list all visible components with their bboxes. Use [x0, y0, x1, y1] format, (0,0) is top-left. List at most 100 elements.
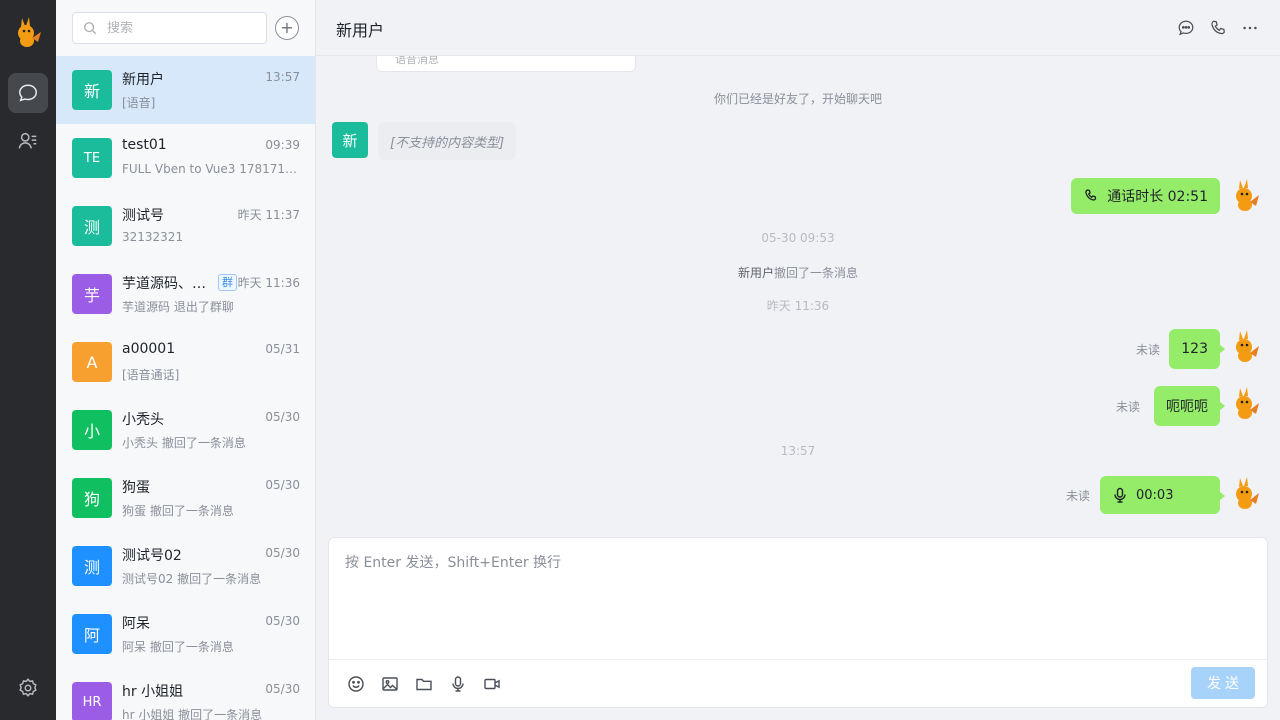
conversation-preview: 小秃头 撤回了一条消息 [122, 436, 246, 450]
card-text: 语音消息 [395, 56, 439, 66]
microphone-icon [1114, 487, 1126, 503]
image-icon [382, 677, 398, 691]
conversation-preview: [语音通话] [122, 368, 180, 382]
avatar: HR [72, 682, 112, 720]
conversation-item[interactable]: TE test01 09:39 FULL Vben to Vue3 178171… [56, 124, 315, 192]
conversation-item[interactable]: 狗 狗蛋 05/30 狗蛋 撤回了一条消息 [56, 464, 315, 532]
conversation-name: 芋道源码、测试号 [122, 276, 212, 292]
settings-button[interactable] [8, 668, 48, 708]
contacts-nav-button[interactable] [8, 121, 48, 161]
conversation-time: 05/30 [265, 410, 300, 424]
search-icon [84, 22, 97, 35]
conversation-time: 05/30 [265, 682, 300, 696]
avatar: A [72, 342, 112, 382]
unread-label: 未读 [1065, 489, 1090, 503]
conversation-preview: 狗蛋 撤回了一条消息 [122, 504, 234, 518]
image-button[interactable] [380, 674, 400, 694]
my-avatar[interactable] [1232, 476, 1260, 510]
conversation-preview: FULL Vben to Vue3 1781714347 [122, 162, 300, 176]
conversation-item[interactable]: 阿 阿呆 05/30 阿呆 撤回了一条消息 [56, 600, 315, 668]
conversation-time: 05/30 [265, 478, 300, 492]
conversation-time: 05/30 [265, 546, 300, 560]
conversation-time: 05/30 [265, 614, 300, 628]
avatar[interactable]: 新 [332, 122, 368, 158]
conversation-name: 测试号 [122, 208, 164, 224]
voice-message-bubble[interactable]: 00:03 [1100, 476, 1225, 514]
avatar: 测 [72, 206, 112, 246]
message-bubble: [不支持的内容类型] [378, 122, 517, 160]
chat-nav-button[interactable] [8, 73, 48, 113]
message-input[interactable] [345, 552, 1245, 652]
conversation-item[interactable]: 芋 芋道源码、测试号 群 昨天 11:36 芋道源码 退出了群聊 [56, 260, 315, 328]
avatar: 芋 [72, 274, 112, 314]
gear-icon [19, 678, 37, 697]
unread-label: 未读 [1115, 400, 1140, 414]
conversation-name: test01 [122, 137, 167, 153]
video-button[interactable] [482, 674, 502, 694]
chat-bubble-icon [19, 84, 37, 102]
microphone-icon [452, 676, 464, 692]
emoji-icon [348, 676, 364, 692]
conversation-name: 新用户 [122, 72, 164, 88]
timestamp: 昨天 11:36 [766, 299, 830, 313]
conversation-preview: hr 小姐姐 撤回了一条消息 [122, 708, 263, 720]
system-message: 你们已经是好友了，开始聊天吧 [713, 92, 882, 106]
chat-history-button[interactable] [1176, 18, 1196, 38]
conversation-name: 阿呆 [122, 616, 150, 632]
avatar: 新 [72, 70, 112, 110]
message-text: 呃呃呃 [1166, 399, 1208, 415]
more-icon [1243, 26, 1257, 30]
conversation-preview: [语音] [122, 96, 156, 110]
more-options-button[interactable] [1240, 18, 1260, 38]
add-conversation-button[interactable]: + [275, 16, 299, 40]
conversation-item[interactable]: A a00001 05/31 [语音通话] [56, 328, 315, 396]
message-bubble[interactable]: 123 [1169, 329, 1225, 369]
voice-duration: 00:03 [1136, 487, 1174, 503]
message-bubble[interactable]: 呃呃呃 [1154, 386, 1225, 426]
my-avatar[interactable] [1232, 386, 1260, 420]
my-avatar[interactable] [1232, 178, 1260, 212]
search-box[interactable] [72, 12, 267, 44]
video-icon [484, 678, 500, 690]
conversation-preview: 32132321 [122, 230, 184, 244]
call-record-bubble[interactable]: 通话时长 02:51 [1071, 178, 1220, 214]
recall-text: 撤回了一条消息 [774, 266, 859, 280]
avatar: 阿 [72, 614, 112, 654]
chat-header: 新用户 [316, 0, 1280, 56]
call-duration-text: 通话时长 02:51 [1107, 189, 1208, 205]
conversation-item[interactable]: HR hr 小姐姐 05/30 hr 小姐姐 撤回了一条消息 [56, 668, 315, 720]
voice-button[interactable] [448, 674, 468, 694]
conversation-name: hr 小姐姐 [122, 684, 184, 700]
conversation-list: 新 新用户 13:57 [语音] TE test01 09:39 FULL Vb… [56, 56, 315, 720]
file-button[interactable] [414, 674, 434, 694]
emoji-button[interactable] [346, 674, 366, 694]
conversation-time: 昨天 11:37 [237, 208, 300, 222]
logo-mascot[interactable] [14, 16, 42, 48]
recall-user: 新用户 [737, 266, 774, 280]
conversation-panel: + 新 新用户 13:57 [语音] TE test01 09:39 FULL … [56, 0, 316, 720]
conversation-name: 狗蛋 [122, 480, 150, 496]
avatar: TE [72, 138, 112, 178]
search-input[interactable] [107, 20, 257, 36]
conversation-name: a00001 [122, 341, 176, 357]
conversation-item[interactable]: 新 新用户 13:57 [语音] [56, 56, 315, 124]
conversation-time: 昨天 11:36 [237, 276, 300, 290]
group-badge: 群 [218, 274, 237, 291]
message-text: 123 [1181, 341, 1208, 357]
conversation-item[interactable]: 测 测试号02 05/30 测试号02 撤回了一条消息 [56, 532, 315, 600]
chat-bubble-icon [1178, 20, 1194, 36]
conversation-item[interactable]: 测 测试号 昨天 11:37 32132321 [56, 192, 315, 260]
conversation-time: 05/31 [265, 342, 300, 356]
message-composer: 发送 [328, 537, 1268, 708]
avatar: 测 [72, 546, 112, 586]
send-button[interactable]: 发送 [1191, 667, 1255, 699]
avatar: 小 [72, 410, 112, 450]
voice-call-button[interactable] [1208, 18, 1228, 38]
recall-notice: 新用户撤回了一条消息 [316, 264, 1280, 281]
timestamp: 05-30 09:53 [761, 231, 835, 245]
contacts-icon [18, 132, 37, 149]
unread-label: 未读 [1135, 343, 1160, 357]
conversation-item[interactable]: 小 小秃头 05/30 小秃头 撤回了一条消息 [56, 396, 315, 464]
message-area: 语音消息 你们已经是好友了，开始聊天吧 新 [不支持的内容类型] 通话时长 02… [316, 56, 1280, 528]
my-avatar[interactable] [1232, 329, 1260, 363]
